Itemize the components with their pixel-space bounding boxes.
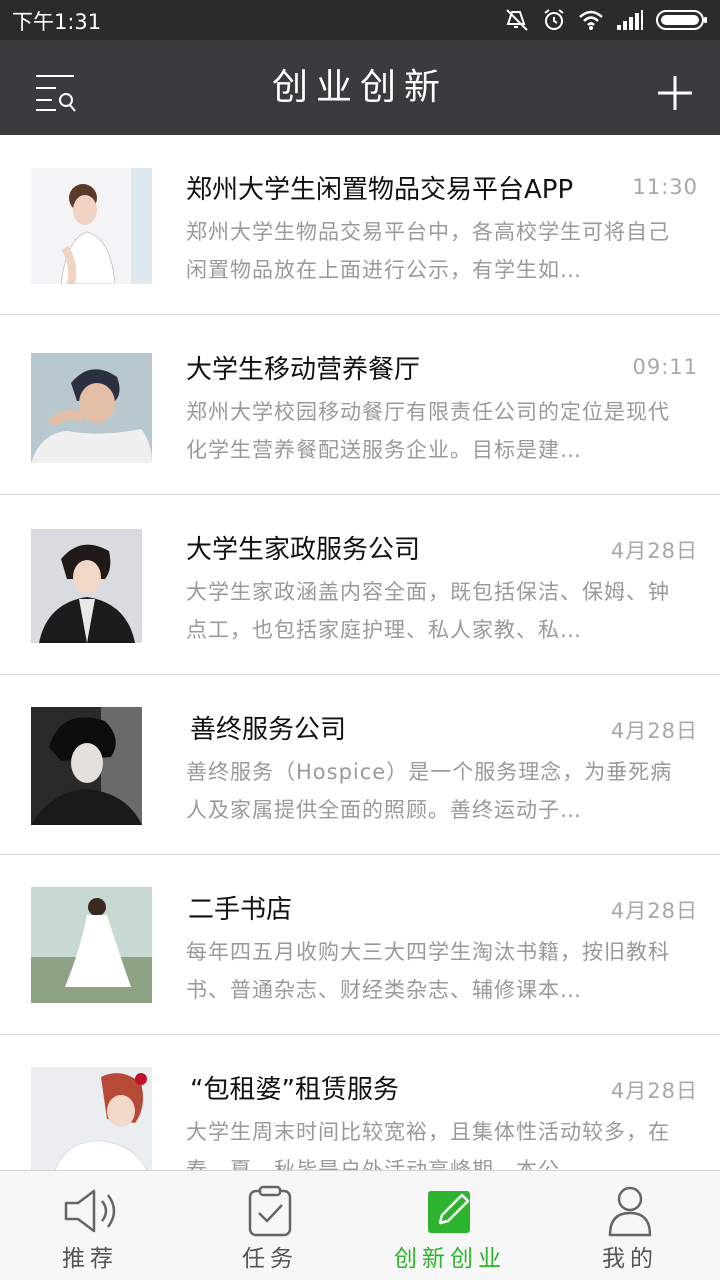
avatar	[31, 353, 152, 463]
item-description: 善终服务（Hospice）是一个服务理念，为垂死病人及家属提供全面的照顾。善终运…	[186, 760, 673, 822]
project-list: 郑州大学生闲置物品交易平台APP 11:30 郑州大学生物品交易平台中，各高校学…	[0, 135, 720, 1170]
item-description: 大学生家政涵盖内容全面，既包括保洁、保姆、钟点工，也包括家庭护理、私人家教、私…	[186, 580, 670, 642]
user-icon	[608, 1186, 652, 1237]
item-time: 4月28日	[610, 539, 698, 563]
status-bar: 下午1:31	[0, 0, 720, 40]
item-title: 郑州大学生闲置物品交易平台APP	[186, 175, 574, 205]
status-icons	[504, 6, 708, 34]
signal-icon	[617, 10, 643, 30]
item-time: 09:11	[632, 355, 698, 379]
list-item[interactable]: 大学生移动营养餐厅 09:11 郑州大学校园移动餐厅有限责任公司的定位是现代化学…	[0, 315, 720, 495]
app-header: 创业创新	[0, 40, 720, 135]
item-title: 大学生移动营养餐厅	[186, 355, 421, 385]
item-time: 11:30	[632, 175, 698, 199]
list-item[interactable]: 二手书店 4月28日 每年四五月收购大三大四学生淘汰书籍，按旧教科书、普通杂志、…	[0, 855, 720, 1035]
item-title: 善终服务公司	[190, 715, 347, 745]
avatar	[31, 707, 142, 825]
list-item[interactable]: 郑州大学生闲置物品交易平台APP 11:30 郑州大学生物品交易平台中，各高校学…	[0, 135, 720, 315]
bottom-nav: 推荐 任务 创新创业 我的	[0, 1170, 720, 1280]
edit-icon	[428, 1191, 470, 1233]
item-title: 二手书店	[188, 895, 293, 925]
mute-icon	[506, 9, 528, 31]
menu-search-icon[interactable]	[34, 72, 78, 114]
avatar	[31, 1067, 152, 1170]
nav-label: 任务	[242, 1246, 298, 1272]
nav-label: 推荐	[62, 1246, 118, 1272]
item-description: 大学生周末时间比较宽裕，且集体性活动较多，在春、夏、秋皆是户外活动高峰期，本公…	[186, 1120, 670, 1170]
wifi-icon	[579, 10, 603, 30]
avatar	[31, 887, 152, 1003]
item-time: 4月28日	[610, 1079, 698, 1103]
battery-icon	[656, 10, 707, 30]
item-description: 郑州大学校园移动餐厅有限责任公司的定位是现代化学生营养餐配送服务企业。目标是建…	[186, 400, 670, 462]
clipboard-check-icon	[248, 1185, 292, 1237]
nav-tab-innovation[interactable]: 创新创业	[360, 1171, 540, 1280]
status-time: 下午1:31	[12, 10, 102, 34]
item-title: 大学生家政服务公司	[186, 535, 421, 565]
item-description: 郑州大学生物品交易平台中，各高校学生可将自己闲置物品放在上面进行公示，有学生如…	[186, 220, 670, 282]
nav-label: 我的	[602, 1246, 658, 1272]
item-description: 每年四五月收购大三大四学生淘汰书籍，按旧教科书、普通杂志、财经类杂志、辅修课本…	[186, 940, 670, 1002]
avatar	[31, 168, 152, 284]
item-time: 4月28日	[610, 719, 698, 743]
list-item[interactable]: 大学生家政服务公司 4月28日 大学生家政涵盖内容全面，既包括保洁、保姆、钟点工…	[0, 495, 720, 675]
alarm-icon	[544, 9, 564, 30]
nav-tab-me[interactable]: 我的	[540, 1171, 720, 1280]
nav-tab-recommend[interactable]: 推荐	[0, 1171, 180, 1280]
page-title: 创业创新	[271, 67, 448, 108]
nav-label: 创新创业	[394, 1246, 506, 1272]
avatar	[31, 529, 142, 643]
list-item[interactable]: “包租婆”租赁服务 4月28日 大学生周末时间比较宽裕，且集体性活动较多，在春、…	[0, 1035, 720, 1170]
item-time: 4月28日	[610, 899, 698, 923]
nav-tab-tasks[interactable]: 任务	[180, 1171, 360, 1280]
plus-icon[interactable]	[656, 74, 694, 112]
list-item[interactable]: 善终服务公司 4月28日 善终服务（Hospice）是一个服务理念，为垂死病人及…	[0, 675, 720, 855]
item-title: “包租婆”租赁服务	[190, 1075, 399, 1105]
speaker-icon	[64, 1189, 116, 1233]
